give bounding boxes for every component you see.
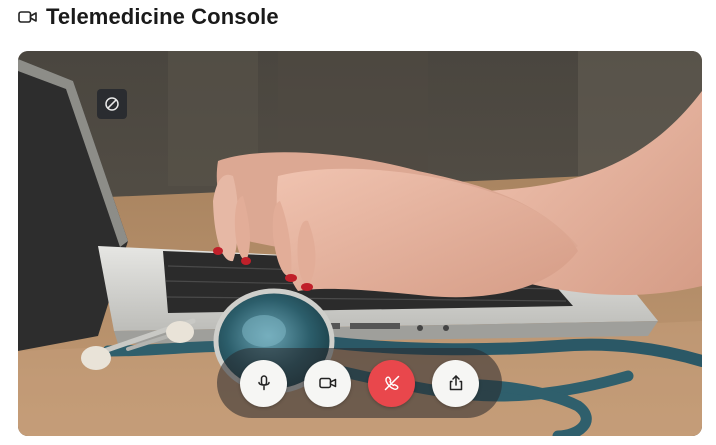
call-controls	[217, 348, 502, 418]
camera-button[interactable]	[304, 359, 351, 407]
blocked-icon[interactable]	[97, 89, 127, 119]
page-header: Telemedicine Console	[18, 2, 279, 32]
end-call-button[interactable]	[368, 359, 415, 407]
mute-button[interactable]	[240, 359, 287, 407]
video-feed[interactable]	[18, 51, 702, 436]
microphone-icon	[257, 375, 270, 391]
video-camera-icon	[18, 10, 37, 24]
share-icon	[449, 375, 462, 391]
video-camera-icon	[318, 377, 336, 389]
phone-off-icon	[384, 375, 399, 391]
telemedicine-console: Telemedicine Console	[0, 0, 716, 445]
page-title: Telemedicine Console	[46, 4, 279, 29]
share-screen-button[interactable]	[432, 359, 479, 407]
